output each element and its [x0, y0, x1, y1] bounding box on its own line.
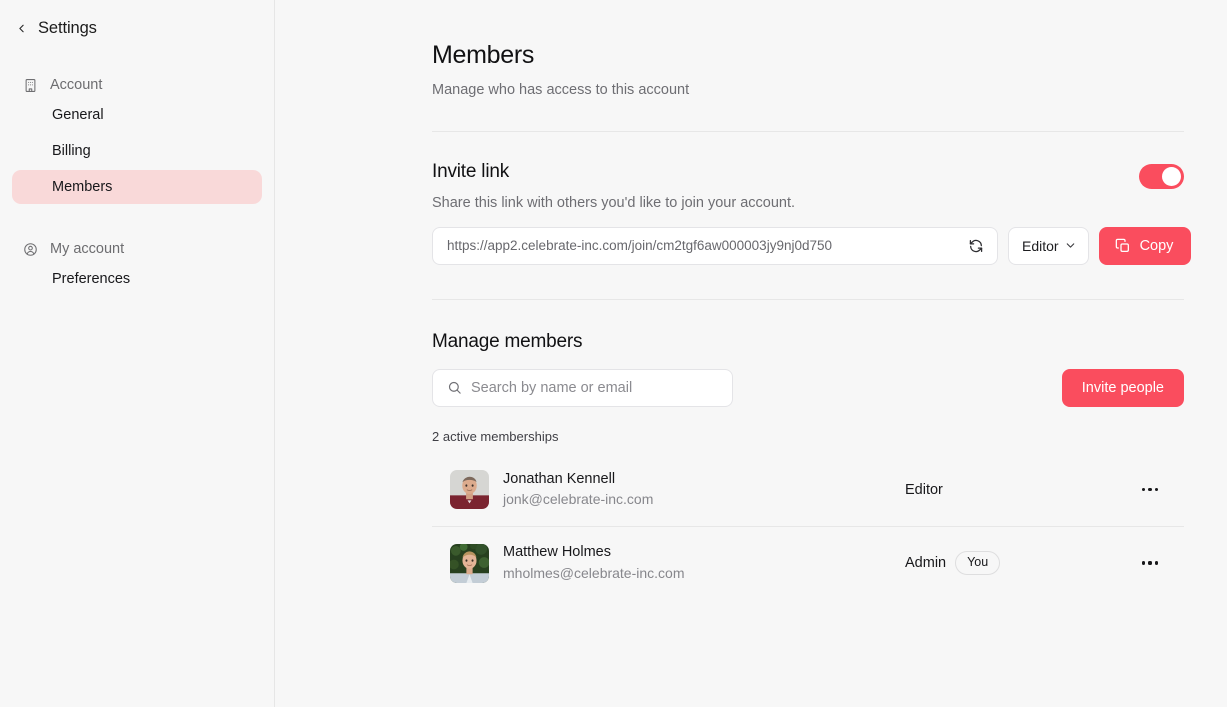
- invite-people-button[interactable]: Invite people: [1061, 368, 1184, 407]
- copy-button-label: Copy: [1139, 237, 1174, 254]
- invite-link-role-value: Editor: [1022, 237, 1059, 254]
- member-info: Matthew Holmes mholmes@celebrate-inc.com: [503, 543, 905, 583]
- invite-link-field[interactable]: https://app2.celebrate-inc.com/join/cm2t…: [432, 226, 998, 265]
- member-name: Jonathan Kennell: [503, 470, 616, 487]
- sidebar-item-label: Billing: [52, 143, 91, 159]
- sidebar-item-preferences[interactable]: Preferences: [12, 262, 262, 296]
- member-info: Jonathan Kennell jonk@celebrate-inc.com: [503, 470, 905, 510]
- chevron-left-icon: [14, 21, 28, 35]
- sidebar: Settings Account General Billing Members…: [0, 0, 275, 707]
- membership-count: 2 active memberships: [432, 428, 559, 444]
- copy-icon: [1115, 238, 1131, 254]
- member-role: Editor: [905, 481, 943, 498]
- settings-page: Settings Account General Billing Members…: [0, 0, 1227, 707]
- main-content: Members Manage who has access to this ac…: [275, 0, 1227, 707]
- sidebar-item-label: General: [52, 107, 104, 123]
- sidebar-item-general[interactable]: General: [12, 98, 262, 132]
- sidebar-item-members[interactable]: Members: [12, 170, 262, 204]
- search-input[interactable]: [471, 379, 720, 396]
- table-row[interactable]: Matthew Holmes mholmes@celebrate-inc.com…: [432, 527, 1184, 600]
- toggle-knob: [1162, 166, 1181, 186]
- manage-members-toolbar: Invite people: [432, 368, 1184, 407]
- invite-link-section: Invite link Share this link with others …: [432, 160, 1192, 265]
- avatar: [450, 543, 489, 583]
- chevron-down-icon: [1064, 239, 1077, 252]
- copy-button[interactable]: Copy: [1098, 226, 1192, 265]
- invite-link-title: Invite link: [432, 160, 510, 182]
- manage-members-section: Manage members Invite people 2 active me…: [432, 331, 1184, 600]
- invite-link-role-select[interactable]: Editor: [1008, 226, 1089, 265]
- nav-group-label: Account: [50, 77, 103, 93]
- member-role: Admin: [905, 555, 947, 571]
- invite-link-toggle[interactable]: [1139, 163, 1184, 189]
- sidebar-item-label: Preferences: [52, 271, 131, 287]
- sidebar-item-billing[interactable]: Billing: [12, 134, 262, 168]
- divider-2: [432, 298, 1184, 300]
- status-badge: You: [955, 551, 1001, 575]
- more-horizontal-icon[interactable]: [1135, 475, 1165, 505]
- refresh-icon[interactable]: [959, 229, 993, 263]
- member-role-cell: Editor: [905, 482, 1135, 498]
- table-row[interactable]: Jonathan Kennell jonk@celebrate-inc.com …: [432, 454, 1184, 527]
- member-name: Matthew Holmes: [503, 544, 611, 561]
- member-role-cell: Admin You: [905, 551, 1135, 575]
- page-subtitle: Manage who has access to this account: [432, 81, 690, 98]
- member-list: Jonathan Kennell jonk@celebrate-inc.com …: [432, 454, 1184, 600]
- more-horizontal-icon[interactable]: [1135, 548, 1165, 578]
- divider: [432, 130, 1184, 132]
- member-email: mholmes@celebrate-inc.com: [503, 564, 685, 581]
- invite-link-controls: https://app2.celebrate-inc.com/join/cm2t…: [432, 226, 1192, 265]
- nav-group-header-account: Account: [0, 72, 274, 98]
- user-circle-icon: [22, 241, 38, 257]
- manage-members-title: Manage members: [432, 330, 583, 352]
- back-to-settings[interactable]: Settings: [0, 14, 274, 42]
- nav-group-label: My account: [50, 241, 125, 257]
- nav-group-account: Account General Billing Members: [0, 72, 274, 204]
- search-icon: [447, 380, 462, 395]
- building-icon: [22, 77, 38, 93]
- nav-group-my-account: My account Preferences: [0, 236, 274, 296]
- page-title: Members: [432, 41, 535, 69]
- invite-link-description: Share this link with others you'd like t…: [432, 194, 796, 211]
- nav-group-header-my-account: My account: [0, 236, 274, 262]
- avatar: [450, 470, 489, 509]
- sidebar-item-label: Members: [52, 179, 113, 195]
- settings-title: Settings: [38, 18, 97, 37]
- invite-link-url: https://app2.celebrate-inc.com/join/cm2t…: [447, 238, 832, 253]
- search-box[interactable]: [432, 368, 733, 407]
- member-email: jonk@celebrate-inc.com: [503, 491, 654, 508]
